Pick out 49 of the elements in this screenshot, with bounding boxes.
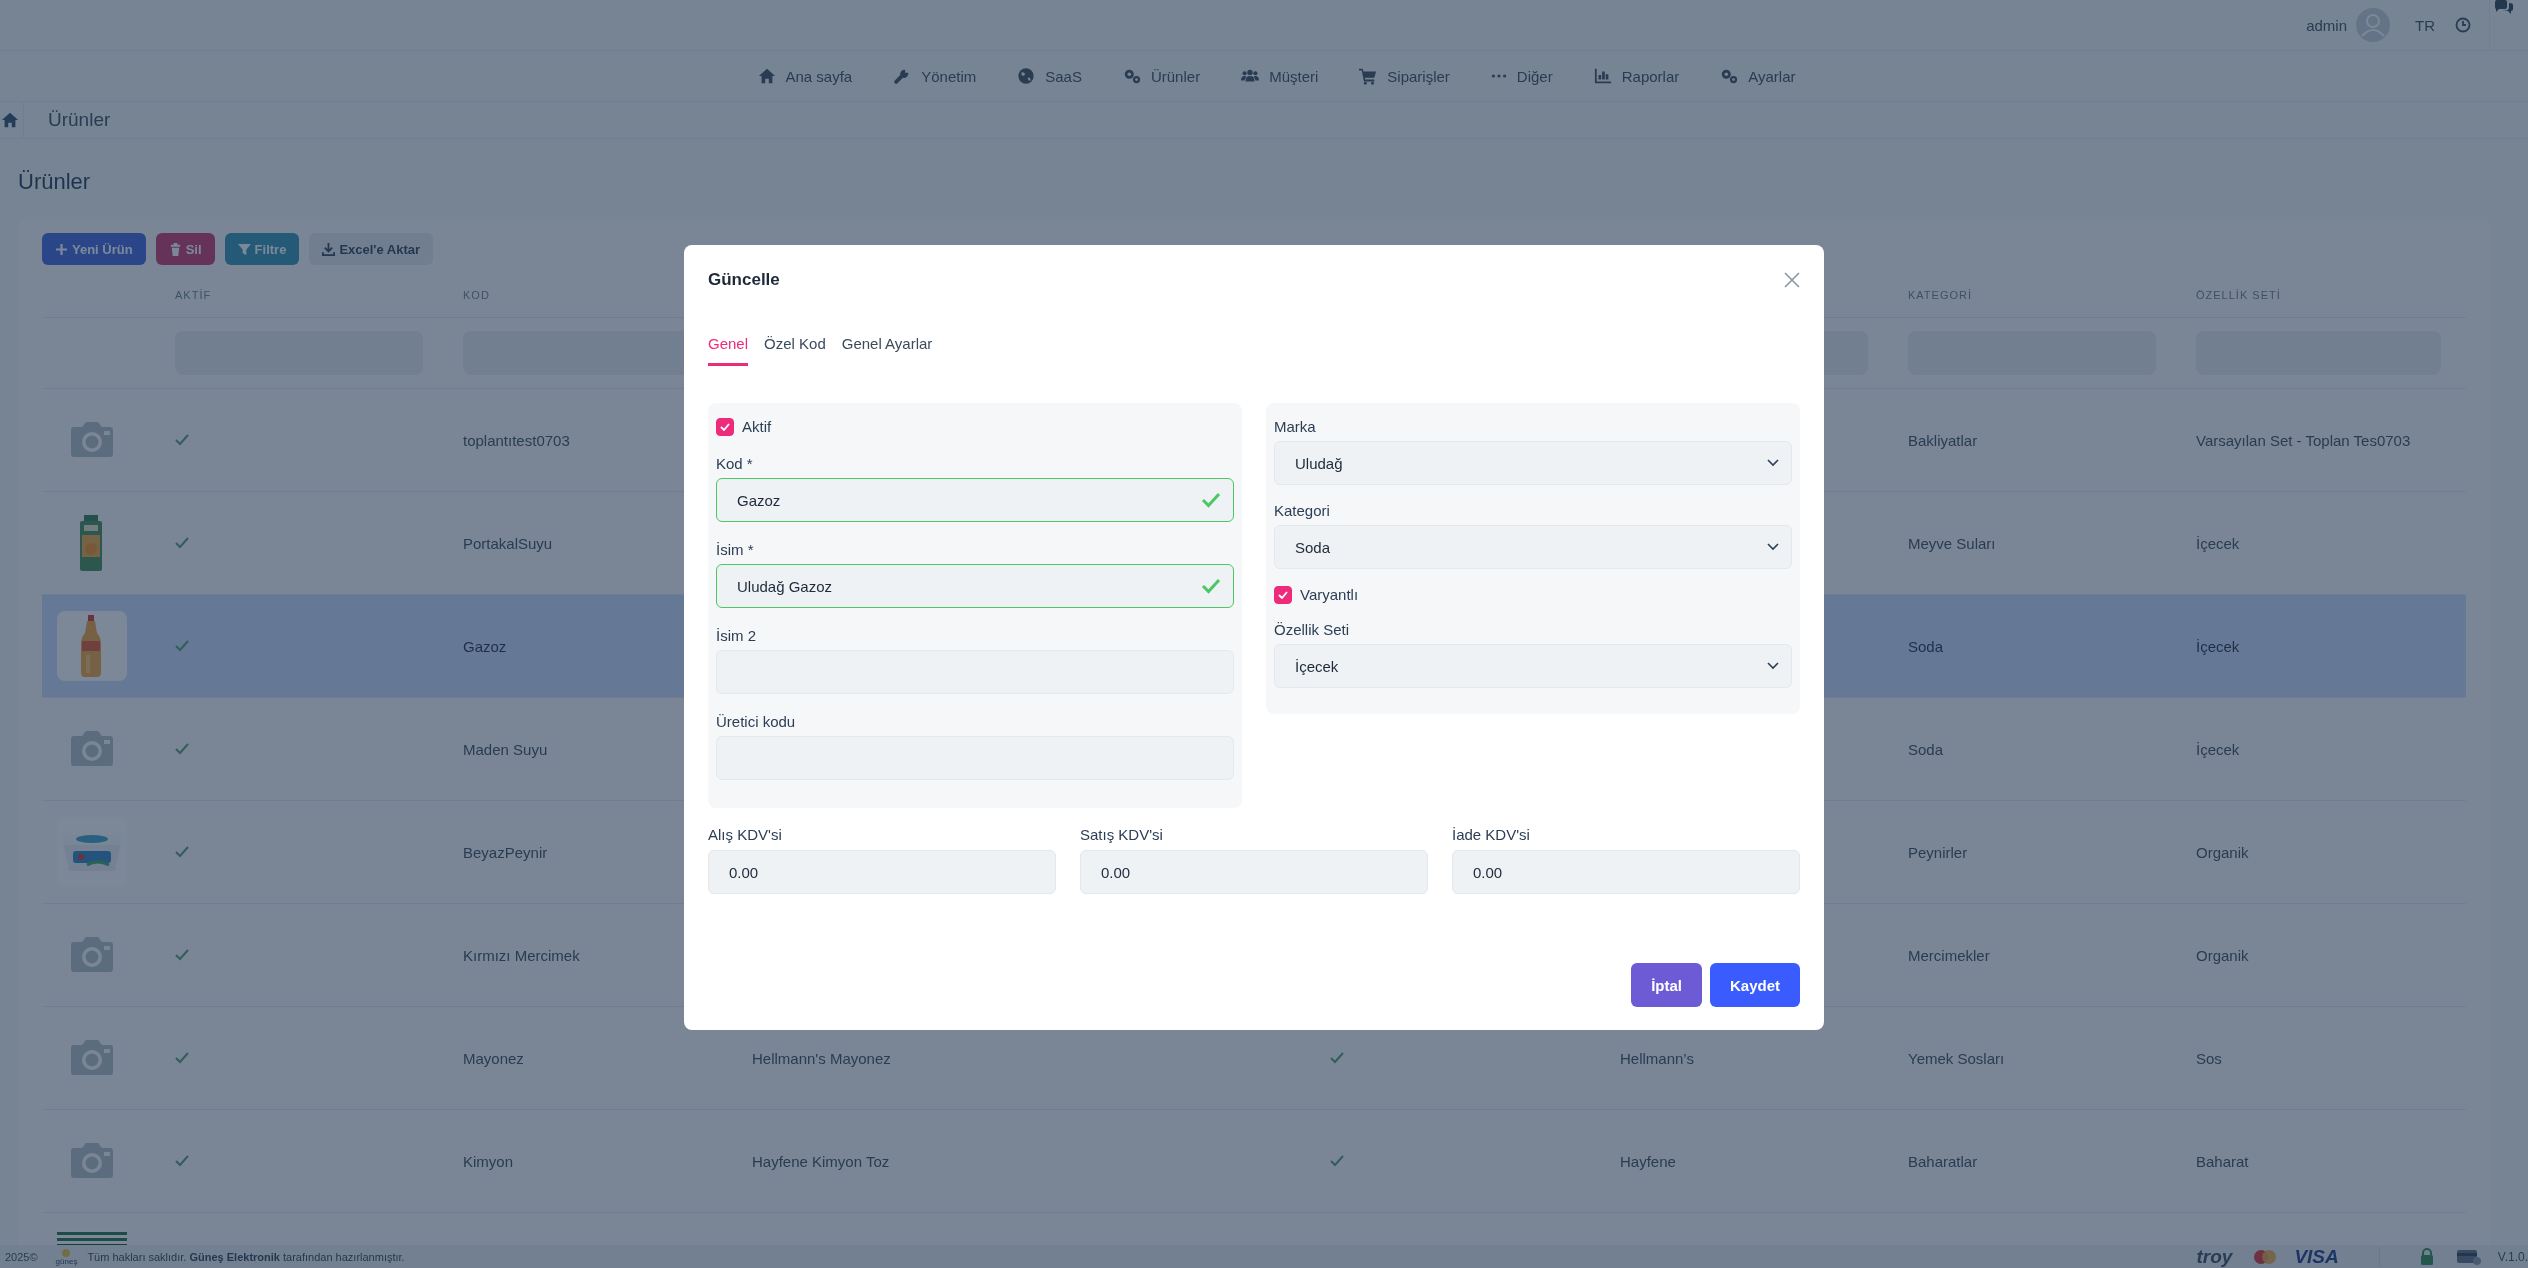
field-label: İade KDV'si — [1452, 826, 1531, 844]
table-cell: Soda — [1908, 637, 1944, 655]
checkbox-label: Aktif — [742, 418, 772, 436]
username: admin — [2306, 16, 2347, 34]
table-cell: Meyve Suları — [1908, 534, 1996, 552]
field-label: İsim 2 — [716, 627, 757, 645]
dialog-title: Güncelle — [708, 270, 780, 290]
brand-logo: güneş — [55, 1247, 78, 1266]
field-label: Kategori — [1274, 502, 1331, 520]
table-cell: Soda — [1908, 740, 1944, 758]
visa-logo: VISA — [2294, 1245, 2339, 1268]
table-cell: İçecek — [2196, 740, 2240, 758]
table-cell: Bakliyatlar — [1908, 431, 1978, 449]
table-cell: PortakalSuyu — [463, 534, 553, 552]
copyright-year: 2025© — [5, 1250, 38, 1263]
checkbox-label: Varyantlı — [1300, 586, 1359, 604]
table-cell: toplantıtest0703 — [463, 431, 570, 449]
table-cell: Hayfene Kimyon Toz — [752, 1152, 890, 1170]
table-cell: Yemek Sosları — [1908, 1049, 2005, 1067]
table-cell: Organik — [2196, 946, 2249, 964]
field-label: Satış KDV'si — [1080, 826, 1164, 844]
table-cell: İçecek — [2196, 534, 2240, 552]
table-cell: Baharatlar — [1908, 1152, 1978, 1170]
table-cell: İçecek — [2196, 637, 2240, 655]
table-cell: Peynirler — [1908, 843, 1968, 861]
table-cell: Hellmann's Mayonez — [752, 1049, 891, 1067]
field-label: Marka — [1274, 418, 1317, 436]
copyright-text: Tüm hakları saklıdır. Güneş Elektronik tarafından hazırlanmıştır. — [87, 1250, 405, 1263]
version-label: V.1.0. — [2497, 1249, 2528, 1264]
table-cell: Baharat — [2196, 1152, 2249, 1170]
field-label: Üretici kodu — [716, 713, 797, 731]
table-cell: Organik — [2196, 843, 2249, 861]
table-cell: Hellmann’s — [1620, 1049, 1694, 1067]
field-label: İsim * — [716, 541, 755, 559]
field-label: Kod * — [716, 455, 754, 473]
table-cell: Maden Suyu — [463, 740, 548, 758]
table-cell: Varsayılan Set - Toplan Tes0703 — [2196, 431, 2411, 449]
table-cell: Gazoz — [463, 637, 507, 655]
field-label: Alış KDV'si — [708, 826, 783, 844]
table-cell: Mercimekler — [1908, 946, 1990, 964]
table-cell: Mayonez — [463, 1049, 524, 1067]
table-cell: Kırmızı Mercimek — [463, 946, 580, 964]
troy-logo: troy — [2196, 1245, 2233, 1268]
field-label: Özellik Seti — [1274, 621, 1351, 639]
table-cell: BeyazPeynir — [463, 843, 548, 861]
table-cell: Hayfene — [1620, 1152, 1676, 1170]
table-cell: Sos — [2196, 1049, 2222, 1067]
page-title: Ürünler — [17, 168, 92, 196]
table-cell: Kimyon — [463, 1152, 514, 1170]
